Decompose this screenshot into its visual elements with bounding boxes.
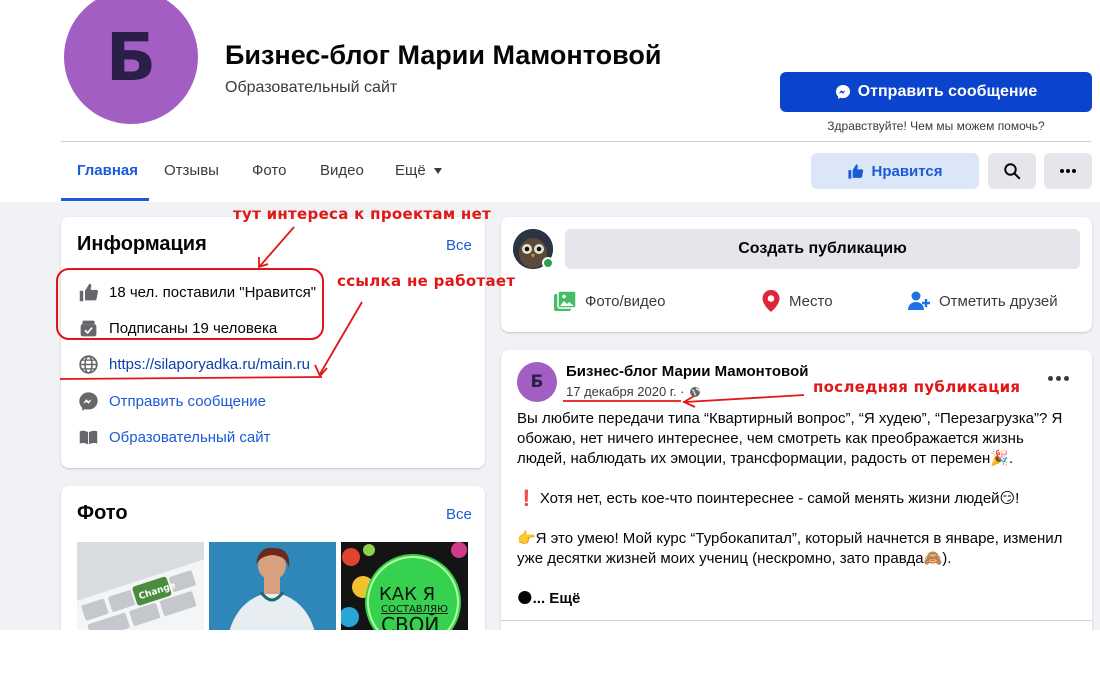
active-tab-indicator	[61, 198, 149, 201]
post-author-name[interactable]: Бизнес-блог Марии Мамонтовой	[566, 363, 808, 380]
website-link[interactable]: https://silaporyadka.ru/main.ru	[109, 356, 310, 373]
tab-videos[interactable]: Видео	[320, 162, 364, 179]
post-paragraph: Вы любите передачи типа “Квартирный вопр…	[517, 410, 1063, 467]
moon-emoji: 🌑	[517, 590, 533, 607]
tag-friends-label: Отметить друзей	[939, 292, 1058, 310]
chevron-down-icon	[433, 167, 442, 174]
likes-row: 18 чел. поставили "Нравится"	[77, 281, 316, 303]
search-button[interactable]	[988, 153, 1036, 189]
online-status-dot	[542, 257, 554, 269]
tag-friends-action[interactable]: Отметить друзей	[907, 289, 1058, 313]
search-icon	[1004, 163, 1021, 180]
send-message-button[interactable]: Отправить сообщение	[780, 72, 1092, 112]
category-row[interactable]: Образовательный сайт	[77, 426, 270, 448]
followers-count-text: Подписаны 19 человека	[109, 319, 278, 337]
post-body: Вы любите передачи типа “Квартирный вопр…	[517, 409, 1077, 609]
photo-thumbnail[interactable]: Change	[77, 542, 204, 632]
annotation-last-post: последняя публикация	[813, 378, 1021, 396]
messenger-icon	[77, 390, 99, 412]
tab-more-label: Ещё	[395, 162, 426, 179]
portrait-photo	[209, 542, 336, 632]
photos-see-all-link[interactable]: Все	[446, 506, 472, 523]
post-paragraph: 👉Я это умею! Мой курс “Турбокапитал”, ко…	[517, 530, 1063, 567]
messenger-icon	[835, 85, 850, 99]
message-row[interactable]: Отправить сообщение	[77, 390, 266, 412]
globe-icon	[689, 386, 700, 397]
book-icon	[77, 426, 99, 448]
post-avatar-letter: Б	[530, 372, 544, 392]
thumbs-up-icon	[848, 163, 864, 179]
annotation-link-broken: ссылка не работает	[337, 272, 516, 290]
photo-thumbnail[interactable]	[209, 542, 336, 632]
dot	[1047, 375, 1053, 381]
post-date-text: 17 декабря 2020 г. ·	[566, 384, 685, 399]
post-options-button[interactable]	[1041, 366, 1075, 390]
page-category: Образовательный сайт	[225, 79, 398, 96]
greeting-text: Здравствуйте! Чем мы можем помочь?	[827, 119, 1045, 133]
post-more-row: 🌑... Ещё	[517, 589, 1077, 609]
send-message-label: Отправить сообщение	[857, 83, 1038, 100]
location-label: Место	[789, 292, 833, 310]
dot	[1055, 375, 1061, 381]
likes-count-text: 18 чел. поставили "Нравится"	[109, 283, 317, 301]
photos-card-title: Фото	[77, 502, 128, 524]
more-dots-icon	[1060, 169, 1076, 173]
post-divider	[501, 620, 1092, 621]
bottom-crop-area	[0, 630, 1100, 700]
see-more-link[interactable]: ... Ещё	[533, 590, 581, 607]
photo-video-label: Фото/видео	[585, 292, 666, 310]
website-row[interactable]: https://silaporyadka.ru/main.ru	[77, 353, 310, 375]
tab-photos[interactable]: Фото	[252, 162, 286, 179]
page-avatar[interactable]: Б	[64, 0, 198, 124]
like-button[interactable]: Нравится	[811, 153, 979, 189]
map-pin-icon	[762, 290, 780, 312]
post-author-avatar[interactable]: Б	[517, 362, 557, 402]
more-options-button[interactable]	[1044, 153, 1092, 189]
post-timestamp[interactable]: 17 декабря 2020 г. ·	[566, 384, 701, 399]
followers-row: Подписаны 19 человека	[77, 317, 277, 339]
category-link[interactable]: Образовательный сайт	[109, 429, 270, 446]
like-label: Нравится	[871, 162, 943, 180]
thumbs-up-icon	[77, 281, 99, 303]
create-post-card: Создать публикацию Фото/видео Место Отме…	[501, 217, 1092, 332]
info-card: Информация Все 18 чел. поставили "Нравит…	[61, 217, 485, 468]
avatar-letter: Б	[105, 18, 157, 96]
course-promo-photo: КАК Я СОСТАВЛЯЮ СВОЙ	[341, 542, 468, 632]
send-message-link[interactable]: Отправить сообщение	[109, 393, 266, 410]
create-post-input[interactable]: Создать публикацию	[565, 229, 1080, 269]
photo-video-action[interactable]: Фото/видео	[553, 289, 665, 313]
tab-more[interactable]: Ещё	[395, 162, 442, 179]
followers-icon	[77, 317, 99, 339]
promo-line-1: КАК Я	[379, 584, 435, 605]
tab-home[interactable]: Главная	[77, 162, 138, 179]
annotation-no-interest: тут интереса к проектам нет	[233, 205, 492, 223]
photo-icon	[554, 290, 577, 311]
location-action[interactable]: Место	[761, 289, 833, 313]
header-divider	[61, 141, 1091, 142]
tab-reviews[interactable]: Отзывы	[164, 162, 219, 179]
globe-icon	[77, 353, 99, 375]
info-card-title: Информация	[77, 233, 207, 255]
info-see-all-link[interactable]: Все	[446, 237, 472, 254]
keyboard-photo: Change	[77, 542, 204, 632]
tag-friends-icon	[908, 291, 930, 310]
page-title: Бизнес-блог Марии Мамонтовой	[225, 40, 662, 70]
post-paragraph: ❗ Хотя нет, есть кое-что поинтереснее - …	[517, 490, 1020, 507]
dot	[1063, 375, 1069, 381]
photo-thumbnail[interactable]: КАК Я СОСТАВЛЯЮ СВОЙ	[341, 542, 468, 632]
